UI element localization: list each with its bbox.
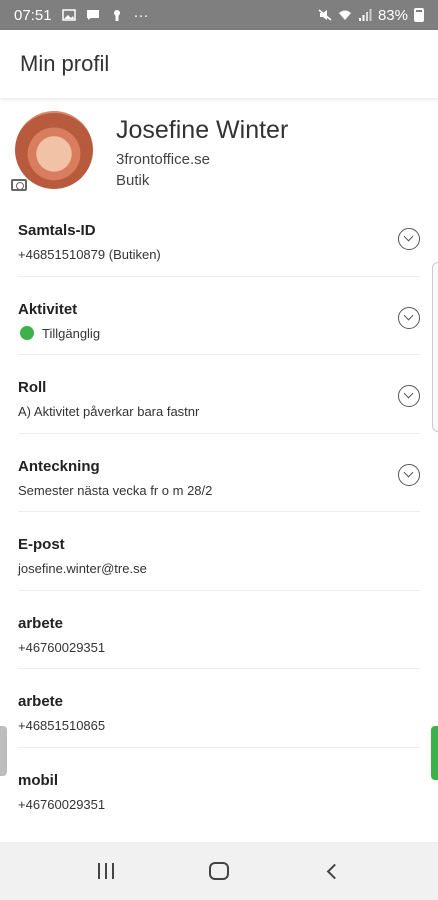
- back-icon: [326, 863, 343, 879]
- row-title: Aktivitet: [18, 300, 78, 318]
- row-aktivitet[interactable]: Aktivitet Tillgänglig: [18, 277, 420, 355]
- system-nav-bar: [0, 842, 438, 900]
- chevron-down-icon[interactable]: [398, 306, 420, 329]
- recents-button[interactable]: [86, 851, 126, 891]
- wifi-icon: [338, 10, 351, 20]
- keyhole-icon: [113, 10, 120, 21]
- row-title: mobil: [18, 771, 58, 789]
- row-value[interactable]: +46760029351: [18, 797, 420, 812]
- row-title: Roll: [18, 379, 47, 396]
- page-title: Min profil: [20, 51, 110, 76]
- row-anteckning[interactable]: Anteckning Semester nästa vecka fr o m 2…: [18, 434, 420, 512]
- mute-icon: [318, 9, 332, 21]
- status-bar: 07:51 ··· 83%: [0, 0, 438, 30]
- recents-icon: [98, 863, 115, 879]
- row-roll[interactable]: Roll A) Aktivitet påverkar bara fastnr: [18, 355, 420, 434]
- camera-icon[interactable]: [11, 179, 27, 191]
- message-icon: [86, 10, 99, 20]
- row-arbete-1[interactable]: arbete +46760029351: [18, 591, 420, 669]
- row-arbete-2[interactable]: arbete +46851510865: [18, 669, 420, 748]
- row-title: Samtals-ID: [18, 222, 96, 239]
- row-value[interactable]: +46851510865: [18, 718, 420, 733]
- avatar[interactable]: [11, 111, 93, 191]
- status-time: 07:51: [14, 6, 52, 24]
- chevron-down-icon[interactable]: [398, 385, 420, 407]
- battery-icon: [414, 8, 424, 22]
- profile-name: Josefine Winter: [116, 116, 289, 144]
- row-title: E-post: [18, 536, 65, 553]
- home-icon: [208, 862, 229, 880]
- chevron-down-icon[interactable]: [398, 228, 420, 250]
- row-title: Anteckning: [18, 457, 100, 475]
- app-header: Min profil: [0, 30, 438, 98]
- row-e-post[interactable]: E-post josefine.winter@tre.se: [18, 512, 420, 591]
- edge-panel-handle[interactable]: [432, 262, 438, 432]
- back-button[interactable]: [312, 851, 352, 891]
- home-button[interactable]: [199, 851, 239, 891]
- scroll-handle[interactable]: [0, 726, 7, 776]
- row-value[interactable]: josefine.winter@tre.se: [18, 561, 420, 576]
- row-value[interactable]: +46760029351: [18, 640, 420, 655]
- signal-icon: [358, 9, 372, 21]
- image-icon: [61, 9, 76, 21]
- row-value: A) Aktivitet påverkar bara fastnr: [18, 404, 200, 419]
- profile-dept: Butik: [116, 172, 150, 189]
- availability-status-icon: [20, 326, 34, 340]
- more-icon: ···: [133, 6, 149, 24]
- row-samtals-id[interactable]: Samtals-ID +46851510879 (Butiken): [18, 198, 420, 277]
- battery-percent: 83%: [377, 6, 408, 24]
- row-value: Tillgänglig: [42, 325, 101, 341]
- row-title: arbete: [18, 693, 64, 710]
- edge-green-tab[interactable]: [431, 726, 438, 780]
- row-title: arbete: [18, 614, 64, 632]
- row-mobil[interactable]: mobil +46760029351: [18, 748, 420, 827]
- profile-org: 3frontoffice.se: [116, 151, 210, 168]
- row-value-wrapper: Tillgänglig: [18, 326, 420, 341]
- row-value: Semester nästa vecka fr o m 28/2: [18, 482, 213, 498]
- profile-card: Josefine Winter 3frontoffice.se Butik: [0, 98, 438, 198]
- profile-content[interactable]: Josefine Winter 3frontoffice.se Butik Sa…: [0, 98, 438, 842]
- row-value: +46851510879 (Butiken): [18, 247, 161, 262]
- chevron-down-icon[interactable]: [398, 463, 420, 486]
